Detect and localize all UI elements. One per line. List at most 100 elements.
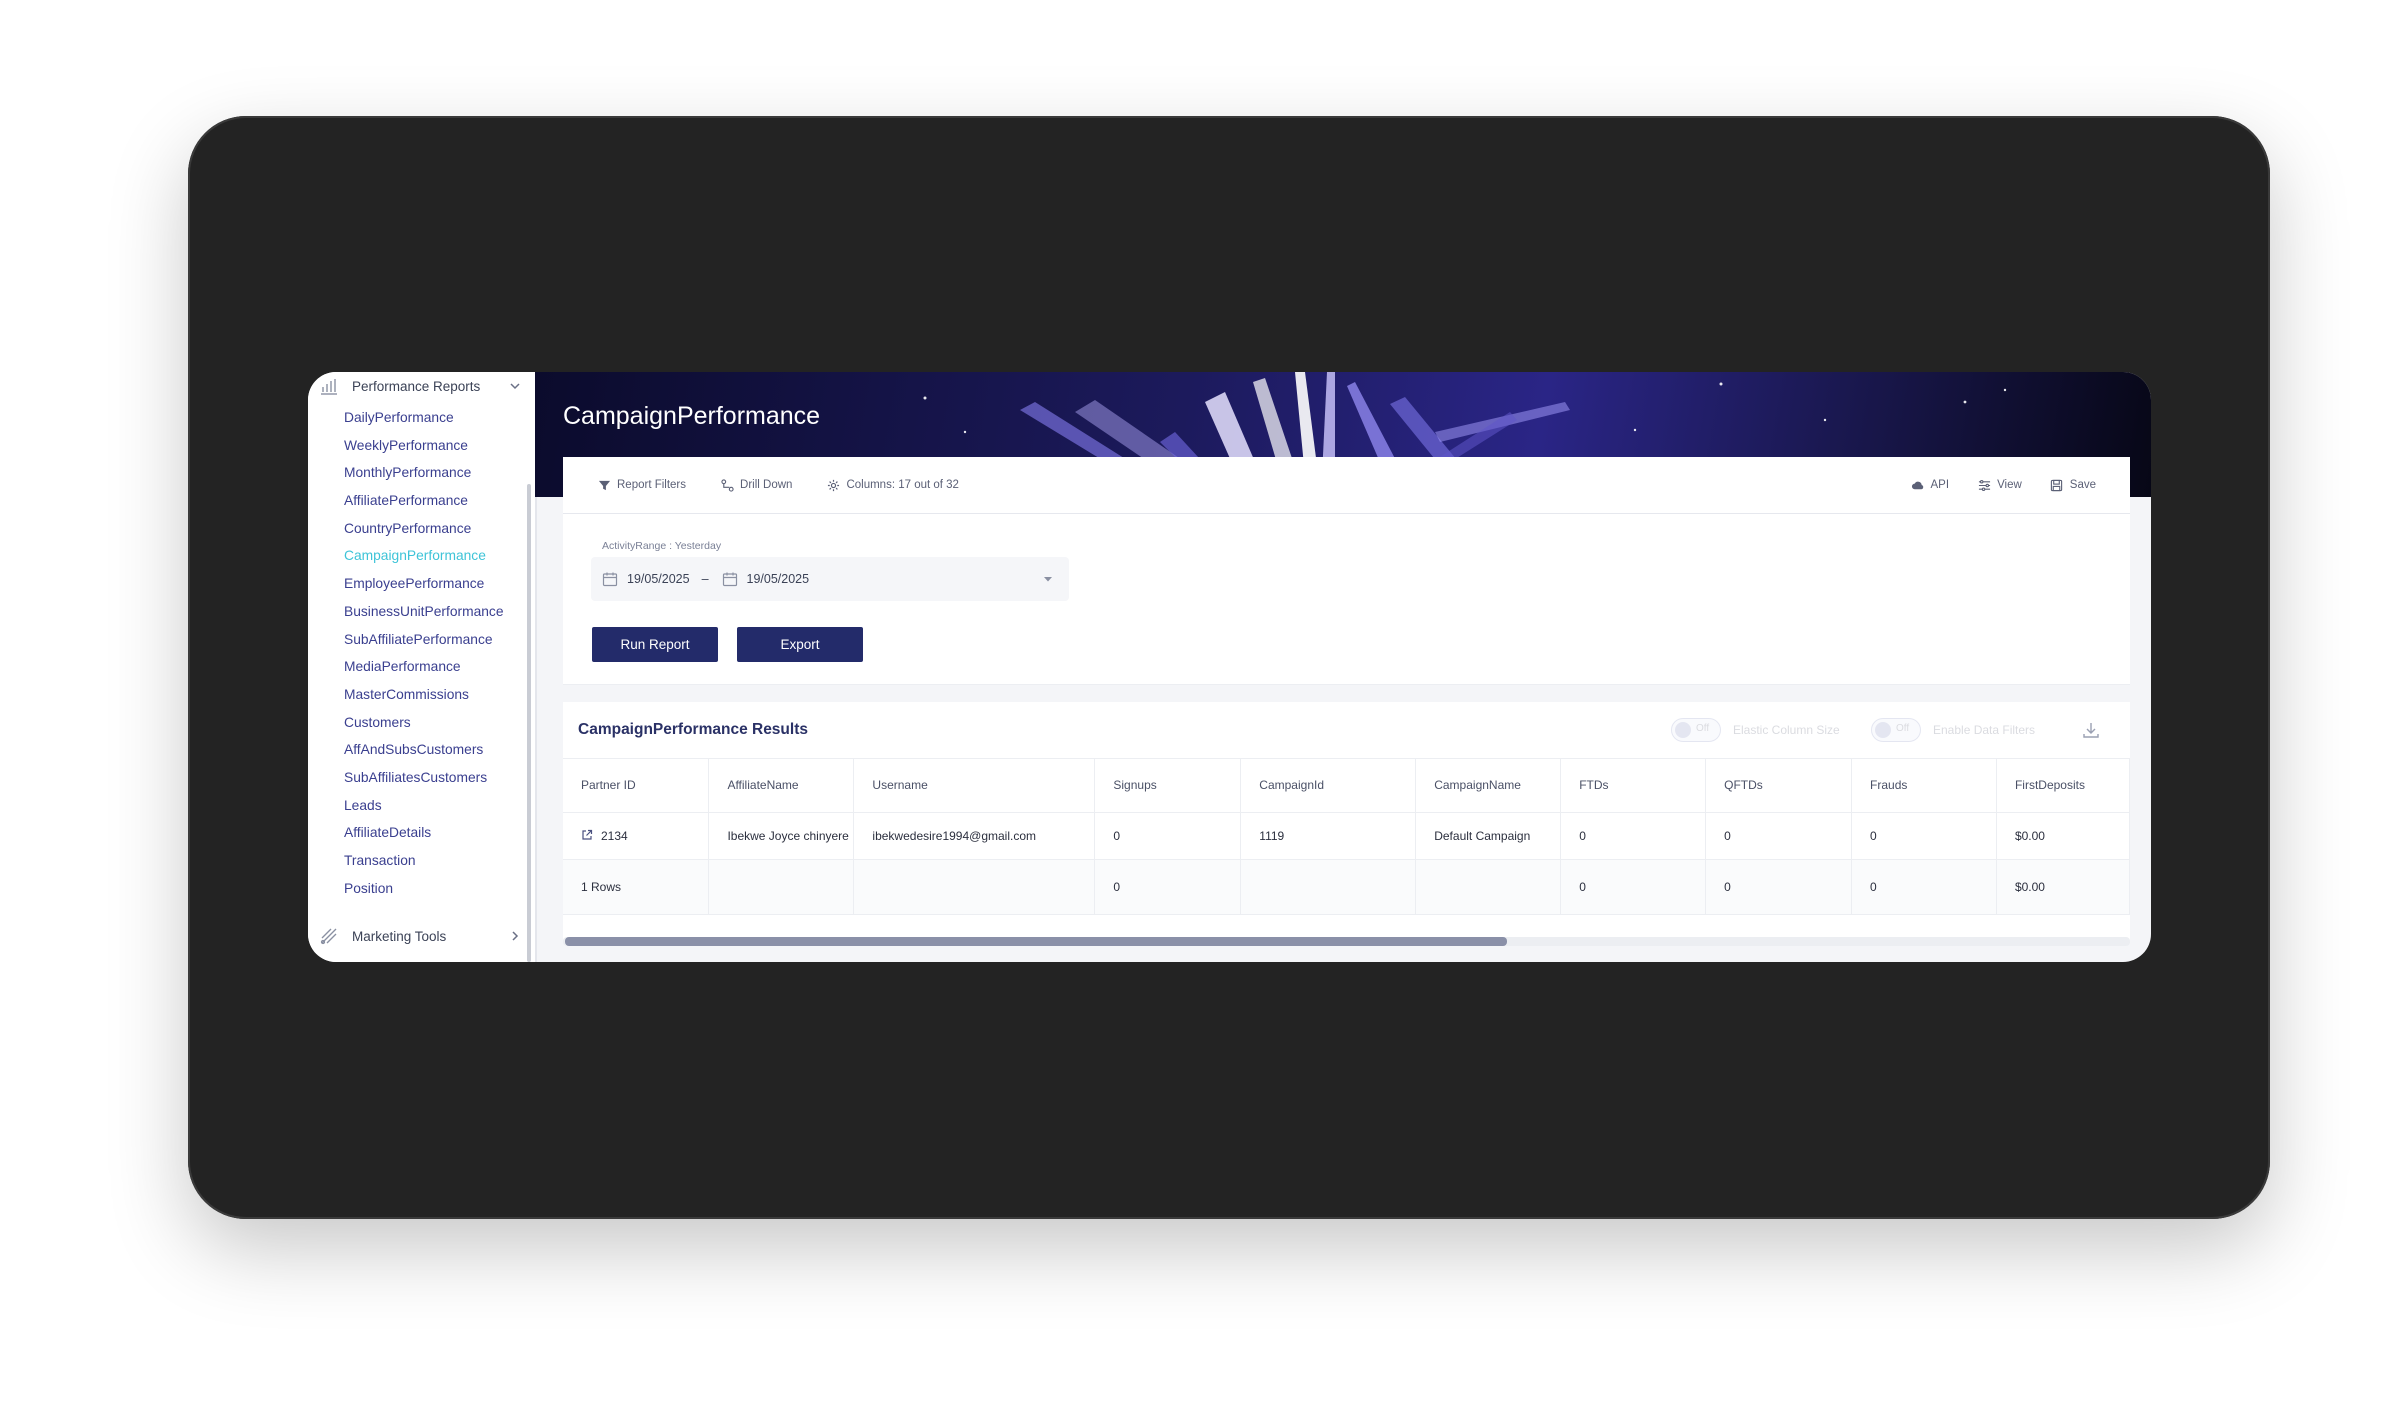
enable-data-filters-toggle[interactable]: Off Enable Data Filters — [1871, 718, 2035, 742]
column-header-campaign-name[interactable]: CampaignName — [1415, 758, 1562, 813]
api-label: API — [1930, 479, 1950, 491]
total-campaign-name — [1415, 859, 1562, 915]
sidebar-group-label: Performance Reports — [352, 378, 481, 394]
sidebar-item-leads[interactable]: Leads — [344, 792, 529, 820]
view-button[interactable]: View — [1977, 478, 2022, 492]
toggle-label: Enable Data Filters — [1933, 723, 2036, 737]
run-report-button[interactable]: Run Report — [592, 627, 718, 662]
column-header-frauds[interactable]: Frauds — [1851, 758, 1997, 813]
sidebar-item-position[interactable]: Position — [344, 875, 529, 903]
columns-button[interactable]: Columns: 17 out of 32 — [826, 478, 959, 492]
drill-down-label: Drill Down — [740, 479, 793, 491]
column-header-first-deposits[interactable]: FirstDeposits — [1996, 758, 2131, 813]
caret-down-icon[interactable] — [1041, 572, 1055, 586]
cell-username: ibekwedesire1994@gmail.com — [853, 812, 1096, 860]
cell-qftds: 0 — [1705, 812, 1853, 860]
chevron-down-icon[interactable] — [507, 378, 523, 394]
total-signups: 0 — [1094, 859, 1242, 915]
column-header-partner-id[interactable]: Partner ID — [563, 758, 710, 813]
total-username — [853, 859, 1096, 915]
column-header-affiliate-name[interactable]: AffiliateName — [708, 758, 855, 813]
elastic-column-size-toggle[interactable]: Off Elastic Column Size — [1671, 718, 1840, 742]
column-header-signups[interactable]: Signups — [1094, 758, 1242, 813]
drill-down-button[interactable]: Drill Down — [720, 478, 792, 492]
sidebar-group-label: Marketing Tools — [352, 928, 447, 944]
api-button[interactable]: API — [1911, 478, 1950, 492]
sliders-icon — [1977, 478, 1991, 492]
horizontal-scrollbar[interactable] — [565, 937, 1507, 946]
sidebar-item-monthly-performance[interactable]: MonthlyPerformance — [344, 459, 529, 487]
sidebar-item-transaction[interactable]: Transaction — [344, 847, 529, 875]
report-filters-panel: ActivityRange : Yesterday 19/05/2025 – 1… — [563, 514, 2130, 685]
date-from[interactable]: 19/05/2025 — [627, 572, 690, 586]
cell-frauds: 0 — [1851, 812, 1997, 860]
partner-id-value: 2134 — [601, 829, 628, 843]
sidebar-item-employee-performance[interactable]: EmployeePerformance — [344, 570, 529, 598]
sidebar-group-marketing-tools[interactable]: Marketing Tools — [318, 922, 523, 950]
cell-partner-id[interactable]: 2134 — [563, 812, 710, 860]
sidebar-item-business-unit-performance[interactable]: BusinessUnitPerformance — [344, 598, 529, 626]
column-header-username[interactable]: Username — [853, 758, 1096, 813]
toggle-knob — [1875, 722, 1891, 738]
sidebar-group-performance-reports[interactable]: Performance Reports — [318, 372, 523, 400]
cell-affiliate-name: Ibekwe Joyce chinyere — [708, 812, 855, 860]
sidebar-item-sub-affiliate-performance[interactable]: SubAffiliatePerformance — [344, 626, 529, 654]
sidebar-item-weekly-performance[interactable]: WeeklyPerformance — [344, 432, 529, 460]
megaphone-icon — [318, 925, 340, 947]
sidebar-item-sub-affiliates-customers[interactable]: SubAffiliatesCustomers — [344, 764, 529, 792]
hierarchy-icon — [720, 478, 734, 492]
toggle-state: Off — [1896, 723, 1910, 734]
sidebar-scrollbar[interactable] — [527, 484, 531, 962]
column-header-ftds[interactable]: FTDs — [1560, 758, 1707, 813]
sidebar-item-affiliate-performance[interactable]: AffiliatePerformance — [344, 487, 529, 515]
download-icon[interactable] — [2078, 717, 2104, 743]
total-rows-count: 1 Rows — [563, 859, 710, 915]
sidebar-item-country-performance[interactable]: CountryPerformance — [344, 515, 529, 543]
total-first-deposits: $0.00 — [1996, 859, 2131, 915]
bar-chart-icon — [318, 375, 340, 397]
column-header-qftds[interactable]: QFTDs — [1705, 758, 1853, 813]
toggle-switch[interactable]: Off — [1671, 718, 1721, 742]
results-panel: CampaignPerformance Results Off Elastic … — [563, 702, 2131, 942]
sidebar-item-customers[interactable]: Customers — [344, 709, 529, 737]
page-title: CampaignPerformance — [563, 402, 821, 430]
toggle-switch[interactable]: Off — [1871, 718, 1921, 742]
results-header: CampaignPerformance Results Off Elastic … — [563, 702, 2130, 759]
column-header-campaign-id[interactable]: CampaignId — [1240, 758, 1417, 813]
chevron-right-icon[interactable] — [507, 928, 523, 944]
calendar-icon — [721, 570, 739, 588]
sidebar-item-affiliate-details[interactable]: AffiliateDetails — [344, 819, 529, 847]
results-table: Partner ID AffiliateName Username Signup… — [563, 758, 2131, 915]
date-separator: – — [701, 572, 709, 586]
sidebar-item-master-commissions[interactable]: MasterCommissions — [344, 681, 529, 709]
toolbar-right-actions: API View Save — [1883, 478, 2130, 492]
gear-icon — [826, 478, 840, 492]
save-button[interactable]: Save — [2050, 478, 2096, 492]
external-link-icon[interactable] — [581, 829, 593, 841]
toggle-label: Elastic Column Size — [1733, 723, 1840, 737]
total-qftds: 0 — [1705, 859, 1853, 915]
activity-range-picker[interactable]: 19/05/2025 – 19/05/2025 — [591, 557, 1069, 601]
total-campaign-id — [1240, 859, 1417, 915]
table-header-row: Partner ID AffiliateName Username Signup… — [563, 758, 2131, 813]
table-totals-row: 1 Rows 0 0 0 0 $0.00 — [563, 859, 2131, 915]
total-affiliate-name — [708, 859, 855, 915]
date-to[interactable]: 19/05/2025 — [747, 572, 810, 586]
calendar-icon — [601, 570, 619, 588]
main-content: CampaignPerformance Report Filters Drill… — [535, 372, 2151, 962]
cell-campaign-name: Default Campaign — [1415, 812, 1562, 860]
table-row: 2134 Ibekwe Joyce chinyere ibekwedesire1… — [563, 812, 2131, 860]
floppy-disk-icon — [2050, 478, 2064, 492]
sidebar-item-daily-performance[interactable]: DailyPerformance — [344, 404, 529, 432]
sidebar-item-aff-and-subs-customers[interactable]: AffAndSubsCustomers — [344, 736, 529, 764]
report-filters-button[interactable]: Report Filters — [597, 478, 686, 492]
total-frauds: 0 — [1851, 859, 1997, 915]
sidebar-item-media-performance[interactable]: MediaPerformance — [344, 653, 529, 681]
sidebar-item-campaign-performance[interactable]: CampaignPerformance — [344, 542, 529, 570]
total-ftds: 0 — [1560, 859, 1707, 915]
export-button[interactable]: Export — [737, 627, 863, 662]
filter-icon — [597, 478, 611, 492]
toggle-state: Off — [1696, 723, 1710, 734]
cell-ftds: 0 — [1560, 812, 1707, 860]
cloud-icon — [1911, 478, 1925, 492]
